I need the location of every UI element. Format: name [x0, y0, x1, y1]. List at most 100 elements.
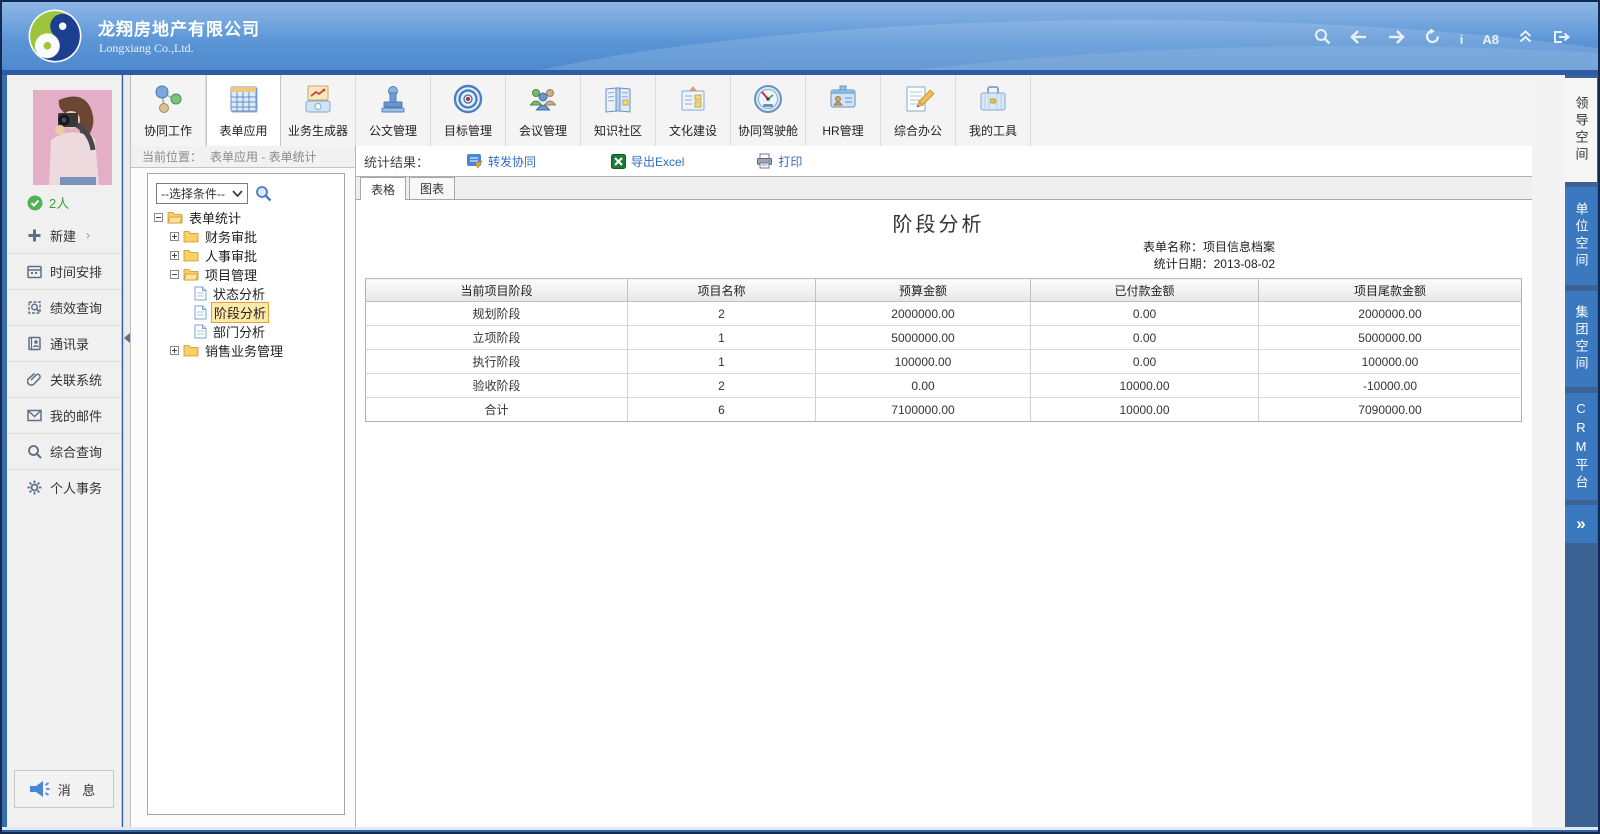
- rail-tab-group-space[interactable]: 集团空间: [1565, 291, 1597, 387]
- message-button[interactable]: 消 息: [14, 770, 114, 808]
- bulletin-board-icon: [676, 80, 710, 120]
- left-sidebar: 2人 新建 › 时间安排 绩效查询 通讯录 关联系统: [7, 75, 122, 827]
- toolbar-item-collaboration[interactable]: 协同工作: [131, 75, 206, 146]
- sidebar-item-query[interactable]: 综合查询: [7, 433, 121, 469]
- rail-tab-crm[interactable]: CRM平台: [1565, 393, 1597, 500]
- table-row: 验收阶段 2 0.00 10000.00 -10000.00: [366, 374, 1522, 398]
- sidebar-item-linked-systems[interactable]: 关联系统: [7, 361, 121, 397]
- form-name-value: 项目信息档案: [1203, 240, 1275, 254]
- right-gap-strip: [1532, 75, 1565, 827]
- message-label: 消 息: [58, 780, 100, 799]
- refresh-icon[interactable]: [1424, 28, 1441, 50]
- tree-node-hr[interactable]: 人事审批: [148, 246, 344, 265]
- generator-machine-icon: [301, 80, 335, 120]
- folder-icon: [183, 249, 199, 262]
- export-excel-button[interactable]: 导出Excel: [611, 153, 684, 170]
- performance-query-icon: [27, 300, 42, 315]
- tree-node-root[interactable]: 表单统计: [148, 208, 344, 227]
- minus-box-icon[interactable]: [170, 270, 179, 279]
- online-status[interactable]: 2人: [27, 193, 69, 212]
- excel-icon: [611, 154, 626, 169]
- plus-box-icon[interactable]: [170, 346, 179, 355]
- toolbar-item-office[interactable]: 综合办公: [881, 75, 956, 146]
- back-arrow-icon[interactable]: [1350, 30, 1368, 49]
- print-button[interactable]: 打印: [756, 153, 802, 170]
- sidebar-splitter[interactable]: [123, 75, 131, 827]
- user-avatar[interactable]: [33, 90, 112, 185]
- toolbar-item-culture[interactable]: 文化建设: [656, 75, 731, 146]
- toolbar-item-documents[interactable]: 公文管理: [356, 75, 431, 146]
- tree-node-finance[interactable]: 财务审批: [148, 227, 344, 246]
- check-circle-icon: [27, 195, 43, 211]
- plus-box-icon[interactable]: [170, 232, 179, 241]
- folder-open-icon: [183, 268, 199, 281]
- report-content: 阶段分析 表单名称：项目信息档案 统计日期：2013-08-02 当前项目阶段 …: [356, 200, 1532, 827]
- toolbar-item-knowledge[interactable]: 知识社区: [581, 75, 656, 146]
- plus-icon: [27, 228, 42, 243]
- logout-icon[interactable]: [1552, 29, 1570, 50]
- company-logo: [28, 9, 82, 63]
- center-region: 协同工作 表单应用 业务生成器 公文管理 目标管理 会议管理: [131, 75, 1532, 827]
- paperclip-icon: [27, 372, 42, 387]
- forward-doc-icon: [466, 153, 483, 169]
- people-group-icon: [526, 80, 560, 120]
- status-count: 2人: [49, 193, 69, 212]
- tab-table[interactable]: 表格: [360, 177, 406, 200]
- toolbar-item-forms[interactable]: 表单应用: [206, 75, 281, 146]
- rail-collapse-button[interactable]: »: [1565, 505, 1597, 543]
- toolbar-item-cockpit[interactable]: 协同驾驶舱: [731, 75, 806, 146]
- col-header-paid: 已付款金额: [1031, 279, 1259, 302]
- rail-tab-leader-space[interactable]: 领导空间: [1565, 78, 1597, 182]
- collapse-up-icon[interactable]: [1518, 29, 1533, 49]
- info-icon[interactable]: i: [1460, 32, 1464, 47]
- sidebar-item-performance[interactable]: 绩效查询: [7, 289, 121, 325]
- stats-result-label: 统计结果：: [364, 152, 429, 171]
- view-tabs: 表格 图表: [356, 177, 1532, 200]
- stats-result-bar: 统计结果： 转发协同 导出Excel 打印: [356, 146, 1532, 177]
- plus-box-icon[interactable]: [170, 251, 179, 260]
- toolbar-item-tools[interactable]: 我的工具: [956, 75, 1031, 146]
- toolbar-item-hr[interactable]: HR管理: [806, 75, 881, 146]
- document-icon: [194, 324, 207, 339]
- forward-collab-button[interactable]: 转发协同: [466, 153, 536, 170]
- tree-leaf-status-analysis[interactable]: 状态分析: [148, 284, 344, 303]
- tree-node-sales[interactable]: 销售业务管理: [148, 341, 344, 360]
- gear-icon: [27, 480, 42, 495]
- toolbar-item-generator[interactable]: 业务生成器: [281, 75, 356, 146]
- condition-select[interactable]: --选择条件--: [156, 183, 248, 204]
- open-book-icon: [601, 80, 635, 120]
- tree-leaf-phase-analysis[interactable]: 阶段分析: [148, 303, 344, 322]
- sidebar-item-mail[interactable]: 我的邮件: [7, 397, 121, 433]
- target-icon: [451, 80, 485, 120]
- tree-search-icon[interactable]: [255, 185, 272, 202]
- toolbar-item-meetings[interactable]: 会议管理: [506, 75, 581, 146]
- form-table-icon: [227, 80, 261, 120]
- collapse-left-icon[interactable]: [124, 333, 130, 343]
- magnifier-icon: [27, 444, 42, 459]
- tree-leaf-department-analysis[interactable]: 部门分析: [148, 322, 344, 341]
- app-toolbar: 协同工作 表单应用 业务生成器 公文管理 目标管理 会议管理: [131, 75, 1532, 146]
- tree-node-projects[interactable]: 项目管理: [148, 265, 344, 284]
- search-icon[interactable]: [1314, 28, 1331, 50]
- font-size-icon[interactable]: A8: [1482, 32, 1499, 47]
- sidebar-item-contacts[interactable]: 通讯录: [7, 325, 121, 361]
- table-row: 立项阶段 1 5000000.00 0.00 5000000.00: [366, 326, 1522, 350]
- header-bar: 龙翔房地产有限公司 Longxiang Co.,Ltd. i A8: [2, 2, 1598, 70]
- gauge-icon: [751, 80, 785, 120]
- sidebar-item-schedule[interactable]: 时间安排: [7, 253, 121, 289]
- sidebar-menu: 新建 › 时间安排 绩效查询 通讯录 关联系统 我的邮件: [7, 217, 121, 505]
- breadcrumb-label: 当前位置：: [142, 148, 202, 165]
- phase-analysis-table: 当前项目阶段 项目名称 预算金额 已付款金额 项目尾款金额 规划阶段 2 200…: [365, 278, 1522, 422]
- tab-chart[interactable]: 图表: [409, 177, 455, 199]
- col-header-project-count: 项目名称: [628, 279, 816, 302]
- minus-box-icon[interactable]: [154, 213, 163, 222]
- toolbar-item-goals[interactable]: 目标管理: [431, 75, 506, 146]
- document-icon: [194, 305, 207, 320]
- briefcase-icon: [976, 80, 1010, 120]
- breadcrumb-path: 表单应用 - 表单统计: [210, 148, 317, 165]
- sidebar-item-new[interactable]: 新建 ›: [7, 217, 121, 253]
- rail-tab-unit-space[interactable]: 单位空间: [1565, 187, 1597, 285]
- sidebar-item-personal[interactable]: 个人事务: [7, 469, 121, 505]
- forward-arrow-icon[interactable]: [1387, 30, 1405, 49]
- company-name-en: Longxiang Co.,Ltd.: [99, 41, 194, 56]
